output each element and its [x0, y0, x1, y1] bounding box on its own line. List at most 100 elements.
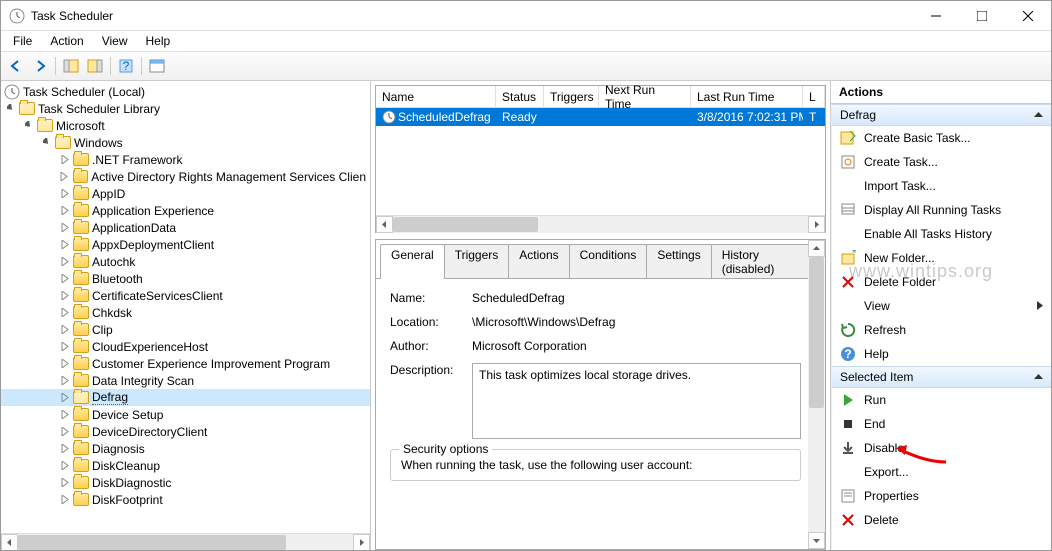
expander-icon[interactable]: [23, 120, 35, 132]
action-item[interactable]: Delete Folder: [832, 270, 1051, 294]
scroll-left-button[interactable]: [376, 216, 393, 233]
maximize-button[interactable]: [959, 1, 1005, 31]
tree-item[interactable]: Application Experience: [1, 202, 370, 219]
tree-root-label[interactable]: Task Scheduler (Local): [23, 85, 145, 99]
actions-group-selected[interactable]: Selected Item: [832, 366, 1051, 388]
new-window-button[interactable]: [146, 55, 168, 77]
scroll-down-button[interactable]: [808, 532, 825, 549]
expander-icon[interactable]: [59, 273, 71, 285]
tree-item[interactable]: DeviceDirectoryClient: [1, 423, 370, 440]
menu-file[interactable]: File: [5, 32, 40, 50]
tree-item[interactable]: Customer Experience Improvement Program: [1, 355, 370, 372]
scroll-right-button[interactable]: [808, 216, 825, 233]
tree-item[interactable]: Device Setup: [1, 406, 370, 423]
tree-item[interactable]: DiskDiagnostic: [1, 474, 370, 491]
scroll-left-button[interactable]: [1, 534, 18, 551]
tree-item[interactable]: Data Integrity Scan: [1, 372, 370, 389]
expander-icon[interactable]: [59, 171, 71, 183]
expander-icon[interactable]: [59, 392, 71, 404]
tree-item[interactable]: Bluetooth: [1, 270, 370, 287]
col-status[interactable]: Status: [496, 86, 544, 107]
action-item[interactable]: Refresh: [832, 318, 1051, 342]
task-row[interactable]: ScheduledDefrag Ready 3/8/2016 7:02:31 P…: [376, 108, 825, 126]
tree-item[interactable]: Active Directory Rights Management Servi…: [1, 168, 370, 185]
expander-icon[interactable]: [59, 443, 71, 455]
tree-item[interactable]: ApplicationData: [1, 219, 370, 236]
expander-icon[interactable]: [59, 205, 71, 217]
scroll-thumb[interactable]: [809, 257, 824, 408]
tree-item[interactable]: AppxDeploymentClient: [1, 236, 370, 253]
tab-general[interactable]: General: [380, 244, 445, 279]
action-properties[interactable]: Properties: [832, 484, 1051, 508]
action-item[interactable]: Import Task...: [832, 174, 1051, 198]
action-item[interactable]: Display All Running Tasks: [832, 198, 1051, 222]
tree-item[interactable]: DiskCleanup: [1, 457, 370, 474]
scroll-track[interactable]: [18, 534, 353, 551]
expander-icon[interactable]: [59, 494, 71, 506]
expander-icon[interactable]: [59, 341, 71, 353]
show-hide-tree-button[interactable]: [60, 55, 82, 77]
col-last-result[interactable]: L: [803, 86, 825, 107]
expander-icon[interactable]: [59, 188, 71, 200]
action-item[interactable]: ?Help: [832, 342, 1051, 366]
expander-icon[interactable]: [59, 358, 71, 370]
tree-item[interactable]: Defrag: [1, 389, 370, 406]
action-export-[interactable]: Export...: [832, 460, 1051, 484]
action-item[interactable]: Create Task...: [832, 150, 1051, 174]
details-vscroll[interactable]: [808, 240, 825, 549]
tree-item[interactable]: .NET Framework: [1, 151, 370, 168]
close-button[interactable]: [1005, 1, 1051, 31]
expander-icon[interactable]: [59, 256, 71, 268]
col-last-run[interactable]: Last Run Time: [691, 86, 803, 107]
back-button[interactable]: [5, 55, 27, 77]
action-item[interactable]: *New Folder...: [832, 246, 1051, 270]
tree-library-label[interactable]: Task Scheduler Library: [38, 102, 160, 116]
task-list-hscroll[interactable]: [376, 215, 825, 232]
action-delete[interactable]: Delete: [832, 508, 1051, 532]
menu-action[interactable]: Action: [42, 32, 91, 50]
tab-conditions[interactable]: Conditions: [569, 244, 648, 279]
col-triggers[interactable]: Triggers: [544, 86, 599, 107]
col-next-run[interactable]: Next Run Time: [599, 86, 691, 107]
expander-icon[interactable]: [59, 307, 71, 319]
tree-item[interactable]: Clip: [1, 321, 370, 338]
tree-item[interactable]: Chkdsk: [1, 304, 370, 321]
expander-icon[interactable]: [59, 426, 71, 438]
expander-icon[interactable]: [59, 324, 71, 336]
tree-item[interactable]: DiskFootprint: [1, 491, 370, 508]
expander-icon[interactable]: [41, 137, 53, 149]
tab-actions[interactable]: Actions: [508, 244, 569, 279]
action-item[interactable]: View: [832, 294, 1051, 318]
tree-microsoft-label[interactable]: Microsoft: [56, 119, 105, 133]
navigation-tree[interactable]: Task Scheduler (Local) Task Scheduler Li…: [1, 81, 370, 533]
scroll-thumb[interactable]: [18, 535, 286, 550]
action-item[interactable]: Enable All Tasks History: [832, 222, 1051, 246]
expander-icon[interactable]: [59, 222, 71, 234]
tree-item[interactable]: CertificateServicesClient: [1, 287, 370, 304]
scroll-right-button[interactable]: [353, 534, 370, 551]
scroll-up-button[interactable]: [808, 240, 825, 257]
tree-item[interactable]: Diagnosis: [1, 440, 370, 457]
expander-icon[interactable]: [59, 290, 71, 302]
expander-icon[interactable]: [59, 239, 71, 251]
expander-icon[interactable]: [59, 375, 71, 387]
help-button[interactable]: ?: [115, 55, 137, 77]
col-name[interactable]: Name: [376, 86, 496, 107]
menu-view[interactable]: View: [94, 32, 136, 50]
show-hide-actions-button[interactable]: [84, 55, 106, 77]
scroll-thumb[interactable]: [393, 217, 538, 232]
tab-triggers[interactable]: Triggers: [444, 244, 510, 279]
tree-windows-label[interactable]: Windows: [74, 136, 123, 150]
tree-item[interactable]: AppID: [1, 185, 370, 202]
expander-icon[interactable]: [59, 154, 71, 166]
expander-icon[interactable]: [5, 103, 17, 115]
action-item[interactable]: Create Basic Task...: [832, 126, 1051, 150]
tab-settings[interactable]: Settings: [646, 244, 711, 279]
action-run[interactable]: Run: [832, 388, 1051, 412]
expander-icon[interactable]: [59, 409, 71, 421]
horizontal-scrollbar[interactable]: [1, 533, 370, 550]
tab-history[interactable]: History (disabled): [711, 244, 822, 279]
expander-icon[interactable]: [59, 460, 71, 472]
tree-item[interactable]: Autochk: [1, 253, 370, 270]
task-list[interactable]: Name Status Triggers Next Run Time Last …: [375, 85, 826, 233]
